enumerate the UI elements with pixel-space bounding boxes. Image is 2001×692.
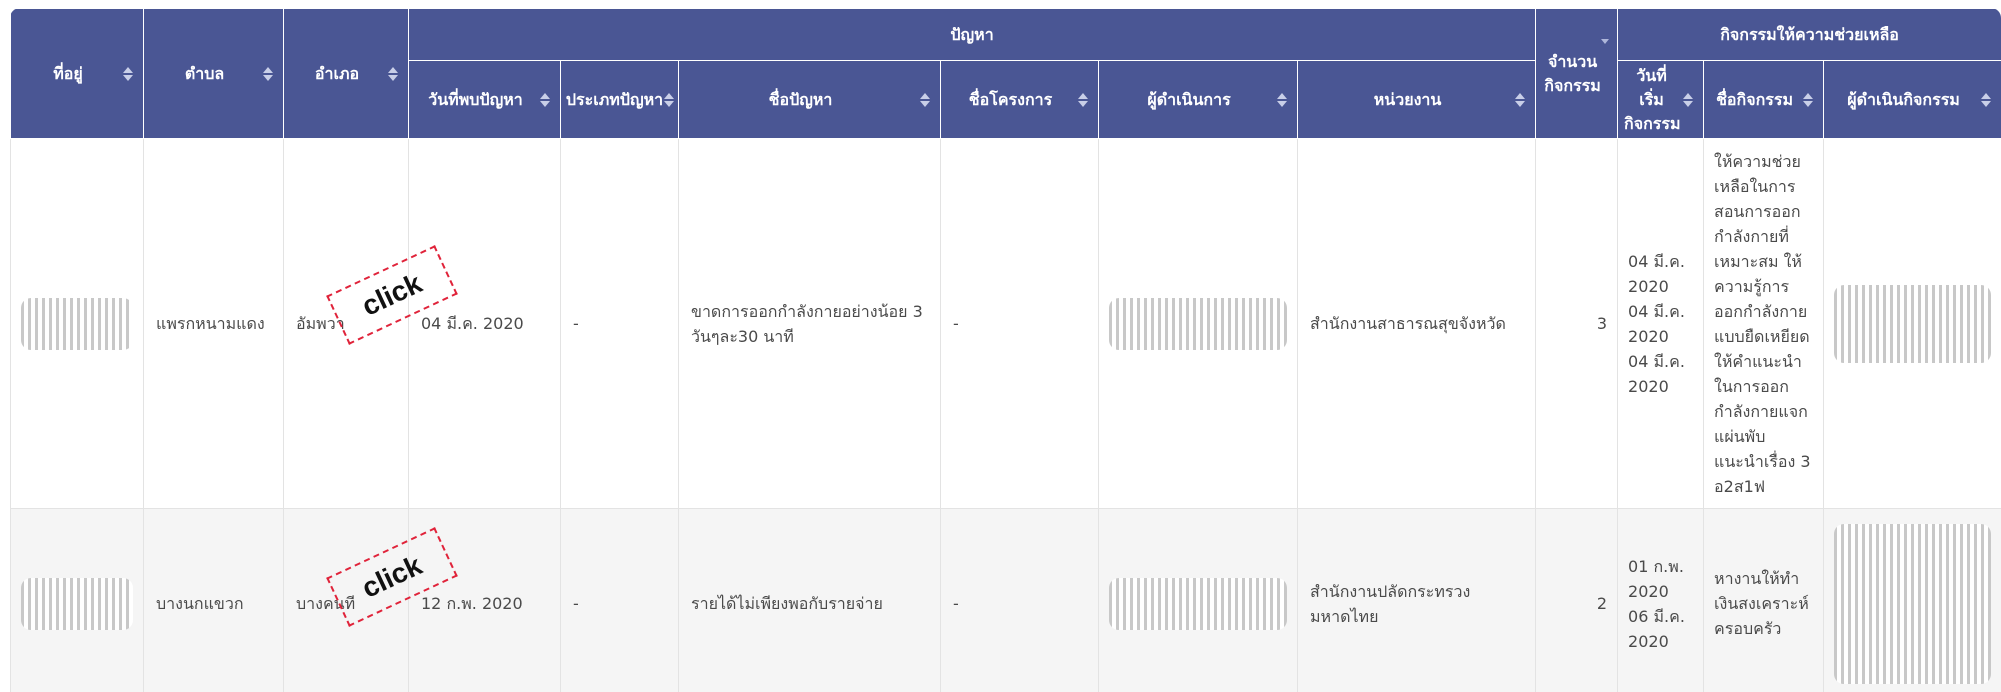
table-row: บางนกแขวก บางคนที 12 ก.พ. 2020 - รายได้ไ… bbox=[10, 508, 2001, 692]
column-header-problem-type[interactable]: ประเภทปัญหา bbox=[560, 60, 679, 139]
sort-icon[interactable] bbox=[1803, 92, 1814, 107]
column-header-district[interactable]: อำเภอ bbox=[283, 8, 409, 139]
column-group-problem: ปัญหา bbox=[407, 8, 1537, 61]
column-header-operator[interactable]: ผู้ดำเนินการ bbox=[1098, 60, 1298, 139]
cell-activity-names: หางานให้ทำ เงินสงเคราะห์ครอบครัว bbox=[1703, 508, 1825, 692]
table-row: แพรกหนามแดง อัมพวา 04 มี.ค. 2020 - ขาดกา… bbox=[10, 138, 2001, 509]
cell-project-name: - bbox=[940, 138, 1099, 509]
cell-activity-names: ให้ความช่วยเหลือในการสอนการออกกำลังกายที… bbox=[1703, 138, 1825, 509]
results-table-container: ที่อยู่ ตำบล อำเภอ ปัญหา จำนวนกิจกรรม กิ… bbox=[10, 8, 2001, 692]
cell-problem-name: รายได้ไม่เพียงพอกับรายจ่าย bbox=[678, 508, 941, 692]
column-header-activity-operator[interactable]: ผู้ดำเนินกิจกรรม bbox=[1823, 60, 2001, 139]
redacted-activity-operator bbox=[1834, 284, 1992, 363]
sort-icon[interactable] bbox=[1515, 92, 1526, 107]
cell-activity-count: 3 bbox=[1535, 138, 1619, 509]
column-header-address[interactable]: ที่อยู่ bbox=[10, 8, 144, 139]
cell-activity-operator bbox=[1823, 138, 2001, 509]
sort-icon[interactable] bbox=[123, 66, 133, 81]
redacted-operator bbox=[1109, 577, 1287, 630]
cell-address bbox=[10, 138, 144, 509]
column-header-start-date[interactable]: วันที่เริ่มกิจกรรม bbox=[1617, 60, 1705, 139]
sort-icon[interactable] bbox=[388, 66, 398, 81]
cell-address bbox=[10, 508, 144, 692]
cell-problem-type: - bbox=[560, 508, 679, 692]
cell-activity-count: 2 bbox=[1535, 508, 1619, 692]
cell-subdistrict: บางนกแขวก bbox=[143, 508, 284, 692]
sort-icon[interactable] bbox=[664, 92, 674, 107]
sort-icon[interactable] bbox=[920, 92, 930, 107]
cell-agency: สำนักงานปลัดกระทรวงมหาดไทย bbox=[1296, 508, 1537, 692]
sort-desc-icon[interactable] bbox=[1601, 39, 1610, 44]
cell-problem-name: ขาดการออกกำลังกายอย่างน้อย 3 วันๆละ30 นา… bbox=[678, 138, 941, 509]
redacted-operator bbox=[1109, 297, 1287, 350]
column-header-agency[interactable]: หน่วยงาน bbox=[1296, 60, 1537, 139]
sort-icon[interactable] bbox=[1277, 92, 1287, 107]
column-header-found-date[interactable]: วันที่พบปัญหา bbox=[408, 60, 561, 139]
column-group-assistance-activities: กิจกรรมให้ความช่วยเหลือ bbox=[1617, 8, 2001, 61]
cell-problem-type: - bbox=[560, 138, 679, 509]
column-header-subdistrict[interactable]: ตำบล bbox=[143, 8, 284, 139]
column-header-activity-count[interactable]: จำนวนกิจกรรม bbox=[1535, 8, 1619, 139]
cell-operator bbox=[1098, 508, 1298, 692]
results-table: ที่อยู่ ตำบล อำเภอ ปัญหา จำนวนกิจกรรม กิ… bbox=[10, 8, 2001, 692]
cell-project-name: - bbox=[940, 508, 1099, 692]
sort-icon[interactable] bbox=[1981, 92, 1992, 107]
cell-subdistrict: แพรกหนามแดง bbox=[143, 138, 284, 509]
redacted-activity-operator bbox=[1834, 523, 1992, 684]
sort-icon[interactable] bbox=[1683, 92, 1694, 107]
column-header-activity-name[interactable]: ชื่อกิจกรรม bbox=[1703, 60, 1825, 139]
cell-start-dates: 01 ก.พ. 2020 06 มี.ค. 2020 bbox=[1617, 508, 1705, 692]
cell-activity-operator bbox=[1823, 508, 2001, 692]
cell-found-date: 04 มี.ค. 2020 bbox=[408, 138, 561, 509]
cell-start-dates: 04 มี.ค. 2020 04 มี.ค. 2020 04 มี.ค. 202… bbox=[1617, 138, 1705, 509]
column-header-problem-name[interactable]: ชื่อปัญหา bbox=[678, 60, 941, 139]
column-header-project-name[interactable]: ชื่อโครงการ bbox=[940, 60, 1099, 139]
sort-icon[interactable] bbox=[540, 92, 550, 107]
cell-agency: สำนักงานสาธารณสุขจังหวัด bbox=[1296, 138, 1537, 509]
sort-icon[interactable] bbox=[263, 66, 273, 81]
redacted-address bbox=[21, 577, 133, 630]
sort-icon[interactable] bbox=[1078, 92, 1088, 107]
redacted-address bbox=[21, 297, 133, 350]
cell-operator bbox=[1098, 138, 1298, 509]
